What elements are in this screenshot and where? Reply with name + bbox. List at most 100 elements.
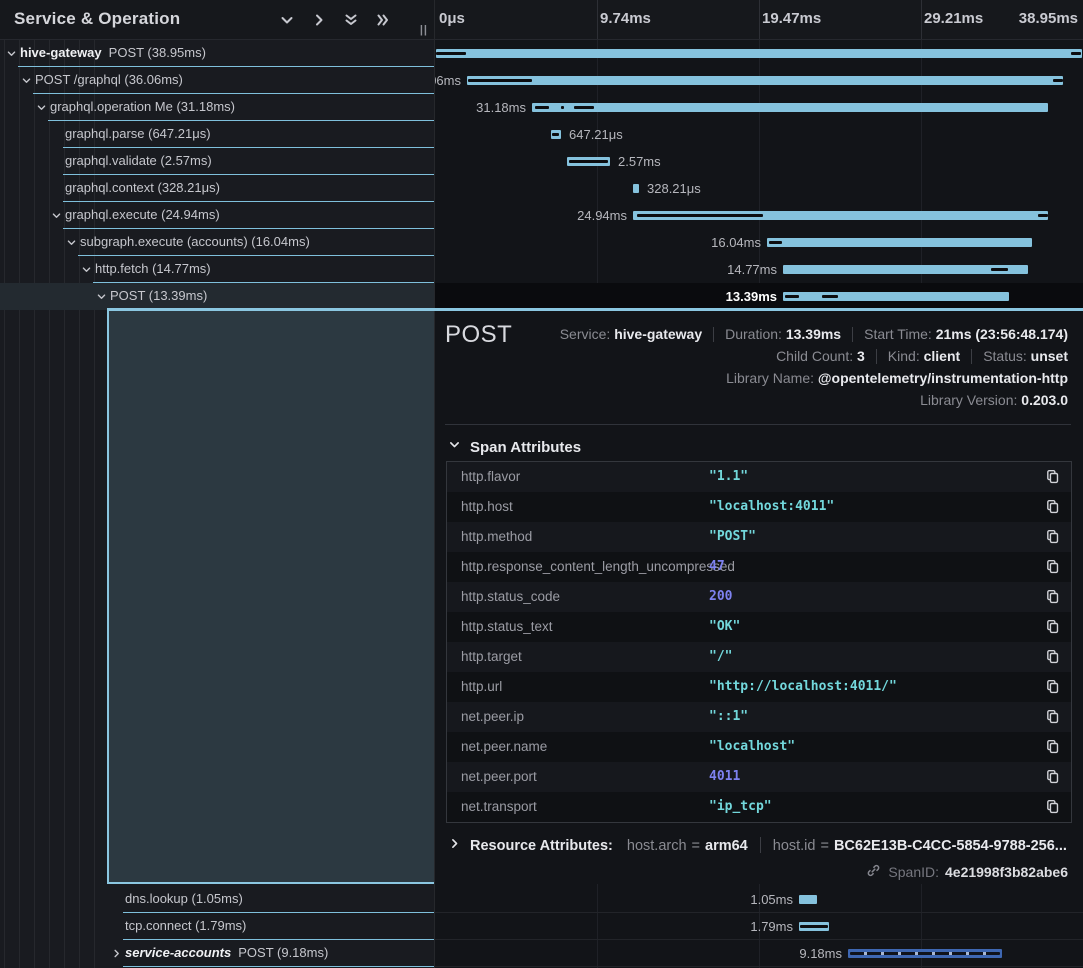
axis-gridline bbox=[921, 0, 922, 40]
span-duration-bar[interactable] bbox=[767, 238, 1032, 247]
attribute-key: http.response_content_length_uncompresse… bbox=[461, 559, 735, 574]
span-tree-row[interactable]: service-accountsPOST (9.18ms) bbox=[0, 940, 434, 967]
span-duration-bar[interactable] bbox=[467, 76, 1063, 85]
meta-label: Start Time: bbox=[864, 326, 936, 342]
span-name-label: graphql.context (328.21μs) bbox=[65, 180, 220, 195]
collapse-all-icon[interactable] bbox=[342, 11, 360, 29]
link-icon[interactable] bbox=[866, 863, 888, 881]
span-tree-row[interactable]: graphql.parse (647.21μs) bbox=[0, 121, 434, 148]
span-tree-row[interactable]: graphql.context (328.21μs) bbox=[0, 175, 434, 202]
copy-icon[interactable] bbox=[1045, 499, 1061, 515]
span-duration-bar[interactable] bbox=[551, 130, 561, 139]
timeline-row: 16.04ms bbox=[435, 229, 1083, 256]
column-resize-handle[interactable]: || bbox=[420, 24, 428, 36]
meta-label: Kind: bbox=[888, 348, 924, 364]
span-duration-bar[interactable] bbox=[799, 922, 829, 931]
span-duration-bar[interactable] bbox=[783, 265, 1028, 274]
resource-separator bbox=[760, 837, 761, 853]
attribute-key: http.status_text bbox=[461, 619, 553, 634]
collapse-one-icon[interactable] bbox=[278, 11, 296, 29]
chevron-down-icon[interactable] bbox=[5, 47, 18, 60]
child-span-tick bbox=[822, 295, 838, 298]
span-duration-bar[interactable] bbox=[783, 292, 1009, 301]
span-duration-bar[interactable] bbox=[633, 184, 639, 193]
chevron-down-icon[interactable] bbox=[20, 74, 33, 87]
expand-one-icon[interactable] bbox=[310, 11, 328, 29]
child-span-tick bbox=[991, 268, 1008, 271]
resource-attributes-row[interactable]: Resource Attributes: host.arch=arm64host… bbox=[448, 835, 1067, 857]
span-duration-bar[interactable] bbox=[567, 157, 610, 166]
span-name-label: graphql.operation Me (31.18ms) bbox=[50, 99, 235, 114]
copy-icon[interactable] bbox=[1045, 799, 1061, 815]
copy-icon[interactable] bbox=[1045, 469, 1061, 485]
span-tree-row[interactable]: POST (13.39ms) bbox=[0, 283, 434, 310]
span-attributes-title: Span Attributes bbox=[470, 439, 581, 456]
meta-separator bbox=[876, 349, 877, 364]
span-name-label: hive-gatewayPOST (38.95ms) bbox=[20, 45, 206, 60]
span-tree-row[interactable]: hive-gatewayPOST (38.95ms) bbox=[0, 40, 434, 67]
span-tree-row[interactable]: graphql.operation Me (31.18ms) bbox=[0, 94, 434, 121]
attribute-row: http.response_content_length_uncompresse… bbox=[447, 552, 1071, 582]
span-tree-row[interactable]: graphql.execute (24.94ms) bbox=[0, 202, 434, 229]
attribute-value: "OK" bbox=[709, 619, 740, 634]
timeline-row: 9.18ms bbox=[435, 940, 1083, 967]
span-tree-row[interactable]: POST /graphql (36.06ms) bbox=[0, 67, 434, 94]
axis-tick-label: 9.74ms bbox=[600, 10, 651, 27]
service-name: service-accounts bbox=[125, 945, 231, 960]
attribute-key: http.target bbox=[461, 649, 522, 664]
child-span-tick bbox=[800, 925, 828, 928]
attribute-row: http.url"http://localhost:4011/" bbox=[447, 672, 1071, 702]
span-duration-bar[interactable] bbox=[633, 211, 1048, 220]
chevron-right-icon[interactable] bbox=[110, 947, 123, 960]
chevron-down-icon[interactable] bbox=[80, 263, 93, 276]
span-duration-bar[interactable] bbox=[532, 103, 1048, 112]
meta-separator bbox=[852, 327, 853, 342]
chevron-down-icon[interactable] bbox=[35, 101, 48, 114]
copy-icon[interactable] bbox=[1045, 739, 1061, 755]
span-name-label: graphql.validate (2.57ms) bbox=[65, 153, 212, 168]
attribute-value: 47 bbox=[709, 559, 725, 574]
span-attributes-toggle[interactable]: Span Attributes bbox=[448, 438, 581, 456]
span-tree-row[interactable]: subgraph.execute (accounts) (16.04ms) bbox=[0, 229, 434, 256]
service-name: hive-gateway bbox=[20, 45, 102, 60]
attribute-row: http.method"POST" bbox=[447, 522, 1071, 552]
span-tree-row[interactable]: dns.lookup (1.05ms) bbox=[0, 886, 434, 913]
chevron-down-icon[interactable] bbox=[95, 290, 108, 303]
span-duration-label: 2.57ms bbox=[618, 154, 661, 169]
span-duration-label: 24.94ms bbox=[577, 208, 627, 223]
span-duration-bar[interactable] bbox=[799, 895, 817, 904]
expand-all-icon[interactable] bbox=[374, 11, 392, 29]
copy-icon[interactable] bbox=[1045, 589, 1061, 605]
span-detail-panel: POST Service: hive-gatewayDuration: 13.3… bbox=[435, 311, 1083, 884]
copy-icon[interactable] bbox=[1045, 679, 1061, 695]
attribute-row: http.status_text "OK" bbox=[447, 612, 1071, 642]
span-tree-row[interactable]: tcp.connect (1.79ms) bbox=[0, 913, 434, 940]
resource-attributes-title: Resource Attributes: bbox=[470, 835, 613, 857]
child-span-tick bbox=[1071, 52, 1081, 55]
span-id-label: SpanID: bbox=[888, 864, 939, 880]
attribute-value: "ip_tcp" bbox=[709, 799, 772, 814]
span-duration-bar[interactable] bbox=[436, 49, 1082, 58]
selected-span-left-block[interactable] bbox=[107, 311, 434, 884]
copy-icon[interactable] bbox=[1045, 769, 1061, 785]
copy-icon[interactable] bbox=[1045, 709, 1061, 725]
chevron-down-icon[interactable] bbox=[65, 236, 78, 249]
chevron-down-icon[interactable] bbox=[50, 209, 63, 222]
chevron-down-icon bbox=[448, 438, 461, 456]
copy-icon[interactable] bbox=[1045, 529, 1061, 545]
axis-tick-label: 38.95ms bbox=[1019, 10, 1078, 27]
span-tree-row[interactable]: graphql.validate (2.57ms) bbox=[0, 148, 434, 175]
span-duration-label: 647.21μs bbox=[569, 127, 623, 142]
meta-label: Library Name: bbox=[726, 370, 818, 386]
copy-icon[interactable] bbox=[1045, 619, 1061, 635]
timeline-row: 328.21μs bbox=[435, 175, 1083, 202]
child-span-tick bbox=[569, 160, 608, 163]
span-tree-row[interactable]: http.fetch (14.77ms) bbox=[0, 256, 434, 283]
copy-icon[interactable] bbox=[1045, 649, 1061, 665]
meta-value: client bbox=[924, 348, 961, 364]
span-id-row: SpanID: 4e21998f3b82abe6 bbox=[866, 863, 1068, 881]
attribute-row: http.host"localhost:4011" bbox=[447, 492, 1071, 522]
child-span-tick bbox=[637, 214, 763, 217]
copy-icon[interactable] bbox=[1045, 559, 1061, 575]
span-duration-bar[interactable] bbox=[848, 949, 1002, 958]
